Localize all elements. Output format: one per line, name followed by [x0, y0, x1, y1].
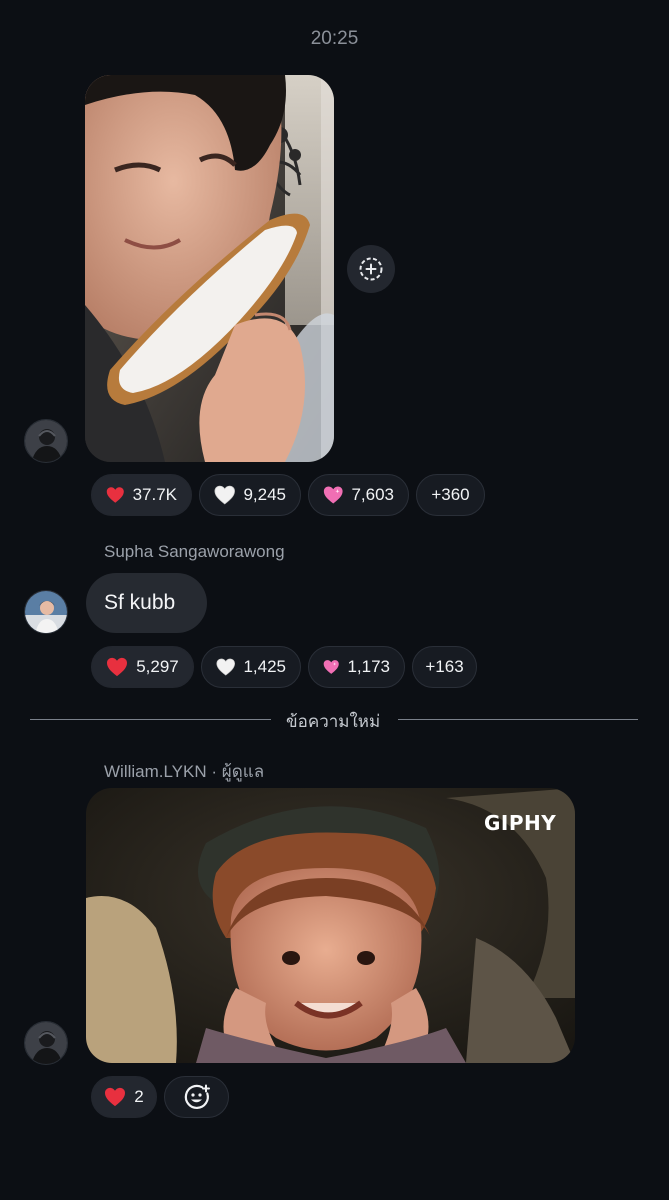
photo-image — [85, 75, 334, 462]
reaction-bar: 5,297 1,425 1,173 +163 — [91, 646, 477, 688]
message-timestamp: 20:25 — [310, 28, 359, 49]
more-reactions-count: +360 — [431, 485, 470, 504]
more-reactions-count: +163 — [425, 657, 464, 676]
more-reactions-pill[interactable]: +163 — [412, 646, 477, 688]
reaction-pill[interactable]: 1,425 — [201, 646, 301, 688]
gif-message[interactable]: GIPHY — [86, 788, 575, 1063]
sender-avatar[interactable] — [24, 419, 68, 463]
pink-sparkle-heart-icon — [323, 660, 339, 674]
sender-avatar[interactable] — [24, 590, 68, 634]
pink-sparkle-heart-icon — [323, 486, 343, 504]
more-reactions-pill[interactable]: +360 — [416, 474, 485, 516]
reaction-pill[interactable]: 1,173 — [308, 646, 405, 688]
add-circle-dashed-icon — [359, 257, 383, 281]
reaction-count: 5,297 — [136, 657, 179, 676]
red-heart-icon — [105, 1087, 126, 1107]
new-messages-label: ข้อความใหม่ — [286, 712, 381, 731]
red-heart-icon — [107, 657, 128, 677]
white-heart-icon — [216, 658, 235, 676]
message-text: Sf kubb — [104, 591, 176, 614]
reaction-count: 2 — [134, 1087, 144, 1106]
reaction-pill[interactable]: 37.7K — [91, 474, 192, 516]
white-heart-icon — [214, 485, 235, 505]
giphy-logo: GIPHY — [484, 811, 557, 835]
reaction-count: 9,245 — [243, 485, 286, 504]
red-heart-icon — [106, 487, 124, 503]
reaction-pill[interactable]: 7,603 — [308, 474, 409, 516]
reaction-count: 1,173 — [347, 657, 390, 676]
reaction-count: 37.7K — [132, 485, 177, 504]
photo-message[interactable] — [85, 75, 334, 462]
reaction-pill[interactable]: 2 — [91, 1076, 157, 1118]
reaction-bar: 2 — [91, 1076, 229, 1118]
divider-line-right — [398, 719, 638, 720]
add-reaction-icon — [184, 1084, 210, 1109]
divider-line-left — [30, 719, 271, 720]
sender-name[interactable]: William.LYKN · ผู้ดูแล — [104, 758, 264, 785]
message-bubble[interactable]: Sf kubb — [86, 573, 207, 633]
sender-name[interactable]: Supha Sangaworawong — [104, 542, 285, 562]
reaction-count: 7,603 — [351, 485, 394, 504]
reaction-bar: 37.7K 9,245 7,603 +360 — [91, 474, 485, 516]
sender-avatar[interactable] — [24, 1021, 68, 1065]
share-button[interactable] — [347, 245, 395, 293]
reaction-count: 1,425 — [243, 657, 286, 676]
reaction-pill[interactable]: 9,245 — [199, 474, 301, 516]
add-reaction-button[interactable] — [164, 1076, 229, 1118]
reaction-pill[interactable]: 5,297 — [91, 646, 194, 688]
